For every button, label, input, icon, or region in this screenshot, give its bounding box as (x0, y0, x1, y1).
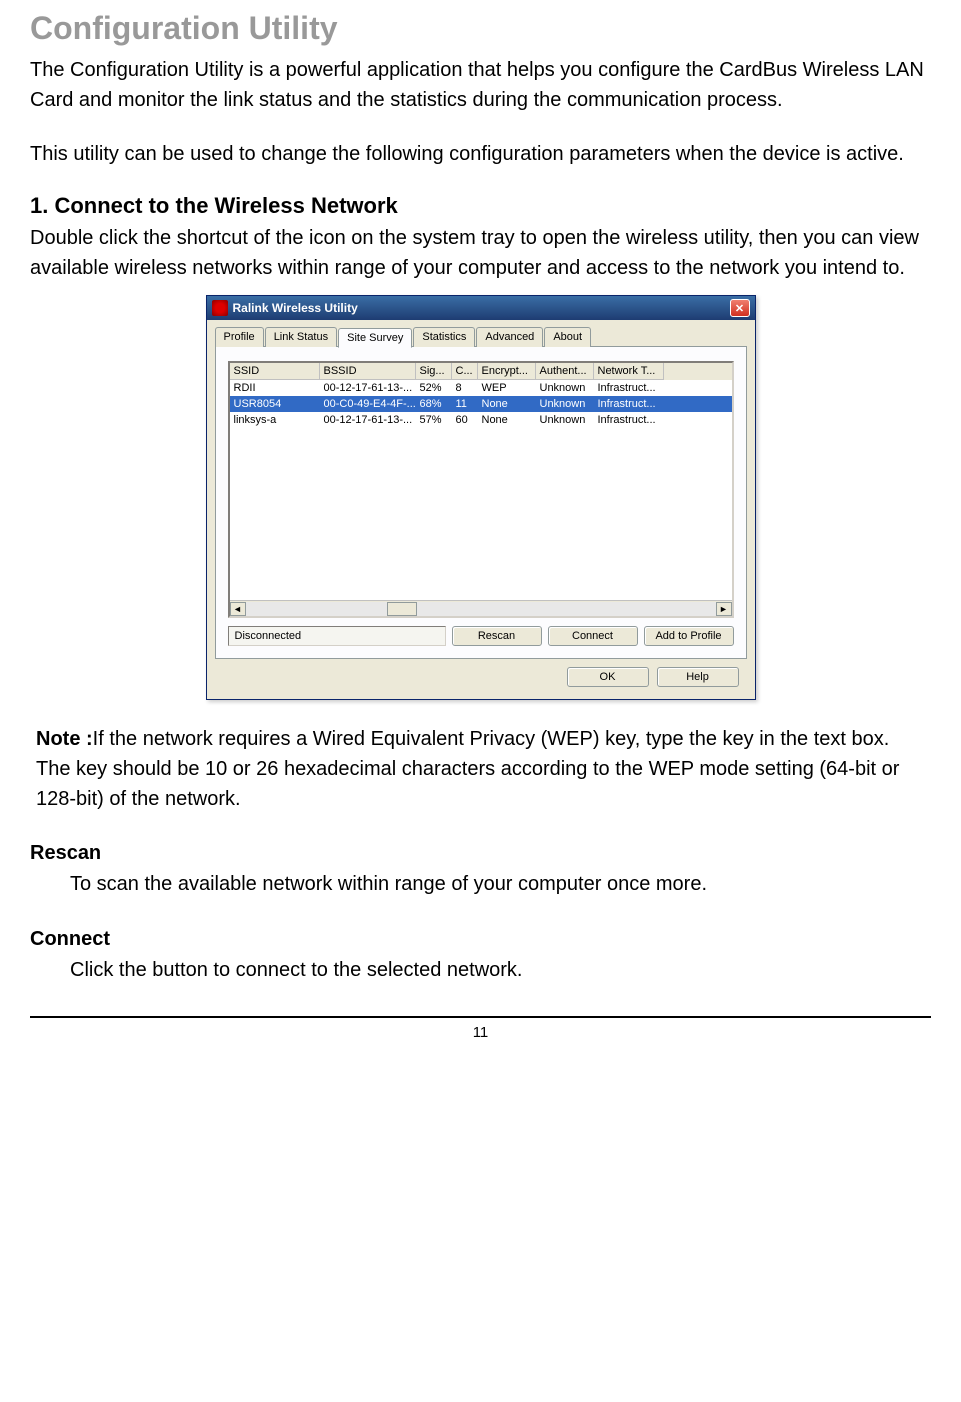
table-row (230, 524, 732, 540)
note-label: Note : (36, 728, 93, 750)
tab-site-survey[interactable]: Site Survey (338, 328, 412, 348)
tabs: Profile Link Status Site Survey Statisti… (207, 320, 755, 346)
table-row[interactable]: RDII 00-12-17-61-13-... 52% 8 WEP Unknow… (230, 380, 732, 396)
col-signal[interactable]: Sig... (416, 363, 452, 380)
table-row[interactable]: linksys-a 00-12-17-61-13-... 57% 60 None… (230, 412, 732, 428)
cell-encrypt: WEP (478, 382, 536, 394)
tab-link-status[interactable]: Link Status (265, 327, 337, 347)
connect-term: Connect Click the button to connect to t… (30, 924, 931, 986)
cell-signal: 68% (416, 398, 452, 410)
col-auth[interactable]: Authent... (536, 363, 594, 380)
rescan-desc: To scan the available network within ran… (70, 869, 931, 900)
cell-channel: 8 (452, 382, 478, 394)
intro-paragraph-1: The Configuration Utility is a powerful … (30, 55, 931, 115)
table-row (230, 476, 732, 492)
tab-advanced[interactable]: Advanced (476, 327, 543, 347)
col-network[interactable]: Network T... (594, 363, 664, 380)
page-number: 11 (30, 1016, 931, 1041)
section-1-heading: 1. Connect to the Wireless Network (30, 193, 931, 219)
tab-panel: SSID BSSID Sig... C... Encrypt... Authen… (215, 346, 747, 659)
cell-bssid: 00-C0-49-E4-4F-... (320, 398, 416, 410)
tab-statistics[interactable]: Statistics (413, 327, 475, 347)
table-row[interactable]: USR8054 00-C0-49-E4-4F-... 68% 11 None U… (230, 396, 732, 412)
ok-button[interactable]: OK (567, 667, 649, 687)
list-header: SSID BSSID Sig... C... Encrypt... Authen… (230, 363, 732, 380)
col-ssid[interactable]: SSID (230, 363, 320, 380)
close-icon: ✕ (735, 302, 744, 315)
cell-ssid: linksys-a (230, 414, 320, 426)
note-block: Note :If the network requires a Wired Eq… (30, 724, 931, 814)
help-button[interactable]: Help (657, 667, 739, 687)
rescan-term: Rescan To scan the available network wit… (30, 838, 931, 900)
horizontal-scrollbar[interactable]: ◄ ► (230, 600, 732, 616)
connect-label: Connect (30, 924, 931, 955)
dialog-buttons: OK Help (207, 667, 755, 699)
cell-auth: Unknown (536, 398, 594, 410)
cell-auth: Unknown (536, 414, 594, 426)
tab-profile[interactable]: Profile (215, 327, 264, 347)
tab-about[interactable]: About (544, 327, 591, 347)
close-button[interactable]: ✕ (730, 299, 750, 317)
table-row (230, 444, 732, 460)
cell-bssid: 00-12-17-61-13-... (320, 382, 416, 394)
cell-ssid: USR8054 (230, 398, 320, 410)
col-channel[interactable]: C... (452, 363, 478, 380)
titlebar: Ralink Wireless Utility ✕ (207, 296, 755, 320)
scrollbar-track[interactable] (246, 602, 716, 616)
cell-network: Infrastruct... (594, 382, 664, 394)
col-encrypt[interactable]: Encrypt... (478, 363, 536, 380)
table-row (230, 460, 732, 476)
cell-channel: 11 (452, 398, 478, 410)
cell-ssid: RDII (230, 382, 320, 394)
scrollbar-thumb[interactable] (387, 602, 417, 616)
connect-desc: Click the button to connect to the selec… (70, 955, 931, 986)
cell-channel: 60 (452, 414, 478, 426)
cell-bssid: 00-12-17-61-13-... (320, 414, 416, 426)
add-to-profile-button[interactable]: Add to Profile (644, 626, 734, 646)
intro-paragraph-2: This utility can be used to change the f… (30, 139, 931, 169)
scroll-left-icon[interactable]: ◄ (230, 602, 246, 616)
table-row (230, 508, 732, 524)
app-icon (212, 300, 228, 316)
table-row (230, 556, 732, 572)
actions-row: Disconnected Rescan Connect Add to Profi… (228, 626, 734, 646)
window-title: Ralink Wireless Utility (233, 301, 730, 315)
status-text: Disconnected (228, 626, 446, 646)
cell-encrypt: None (478, 414, 536, 426)
cell-signal: 52% (416, 382, 452, 394)
rescan-button[interactable]: Rescan (452, 626, 542, 646)
cell-network: Infrastruct... (594, 414, 664, 426)
wireless-utility-window: Ralink Wireless Utility ✕ Profile Link S… (206, 295, 756, 700)
note-text: If the network requires a Wired Equivale… (36, 728, 899, 810)
rescan-label: Rescan (30, 838, 931, 869)
col-bssid[interactable]: BSSID (320, 363, 416, 380)
table-row (230, 540, 732, 556)
table-row (230, 492, 732, 508)
cell-network: Infrastruct... (594, 398, 664, 410)
cell-signal: 57% (416, 414, 452, 426)
network-list: SSID BSSID Sig... C... Encrypt... Authen… (228, 361, 734, 618)
cell-auth: Unknown (536, 382, 594, 394)
connect-button[interactable]: Connect (548, 626, 638, 646)
list-body: RDII 00-12-17-61-13-... 52% 8 WEP Unknow… (230, 380, 732, 600)
cell-encrypt: None (478, 398, 536, 410)
page-heading: Configuration Utility (30, 10, 931, 47)
table-row (230, 428, 732, 444)
section-1-body: Double click the shortcut of the icon on… (30, 223, 931, 283)
scroll-right-icon[interactable]: ► (716, 602, 732, 616)
